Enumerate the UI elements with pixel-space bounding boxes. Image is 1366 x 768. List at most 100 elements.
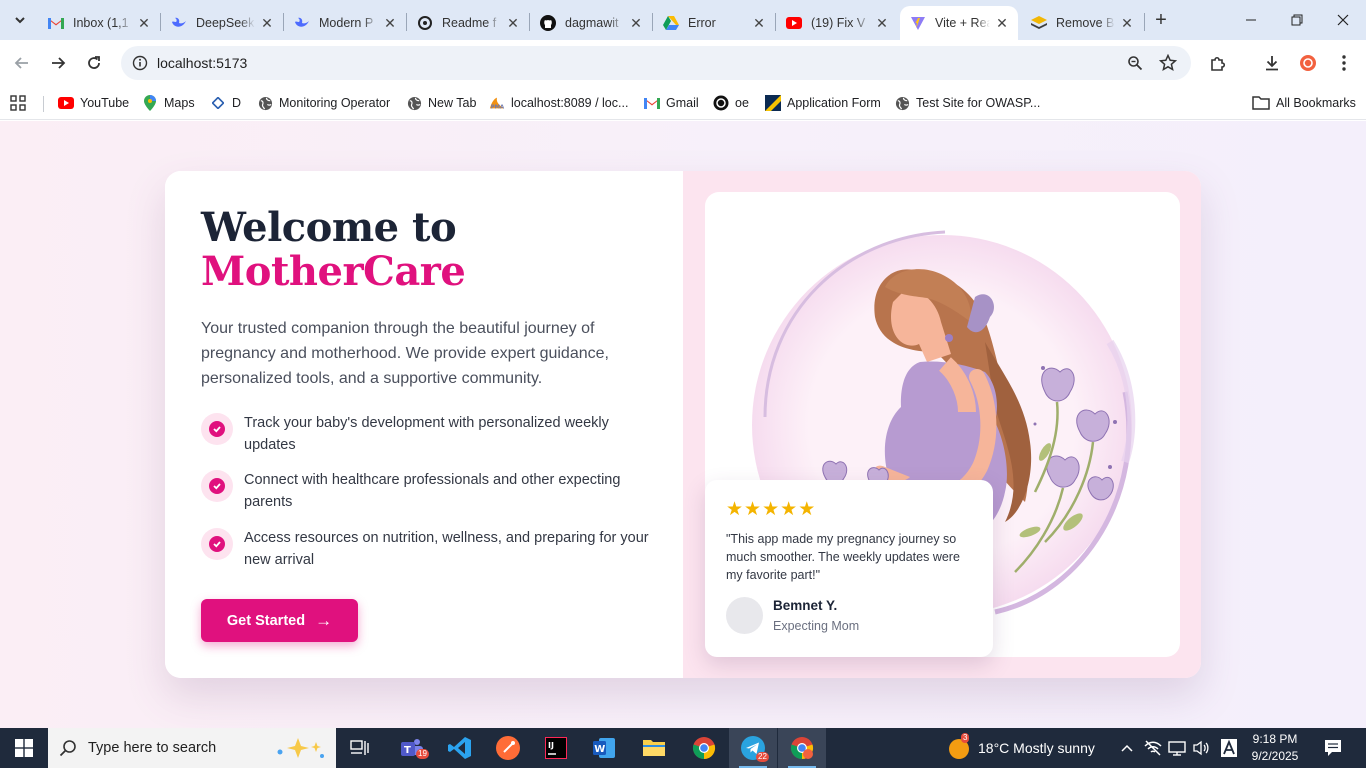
profile-avatar-icon: [1300, 55, 1316, 71]
bookmark-label: D: [232, 96, 242, 110]
check-circle-icon: [201, 470, 233, 502]
telegram-app[interactable]: 22: [729, 728, 777, 768]
tab-error[interactable]: Error ✕: [653, 6, 775, 40]
bookmark-monitoring-operator[interactable]: Monitoring Operator: [257, 91, 390, 115]
all-bookmarks-button[interactable]: All Bookmarks: [1252, 91, 1356, 115]
reload-button[interactable]: [80, 49, 108, 77]
bookmark-d[interactable]: D: [210, 91, 241, 115]
plus-icon: +: [1155, 8, 1167, 31]
bookmarks-separator: [43, 96, 44, 112]
tab-title: Remove B: [1056, 16, 1115, 30]
close-icon: [1337, 14, 1349, 26]
tab-title: dagmawit: [565, 16, 619, 30]
close-icon[interactable]: ✕: [136, 15, 152, 31]
minimize-button[interactable]: [1228, 0, 1274, 40]
tab-title: Vite + Rea: [935, 16, 990, 30]
file-explorer-app[interactable]: [630, 728, 678, 768]
form-icon: [765, 95, 781, 111]
diamond-icon: [210, 95, 226, 111]
bookmark-gmail[interactable]: Gmail: [644, 91, 699, 115]
close-icon[interactable]: ✕: [751, 15, 767, 31]
bookmark-youtube[interactable]: YouTube: [58, 91, 129, 115]
site-info-icon[interactable]: [129, 52, 151, 74]
bookmark-maps[interactable]: Maps: [142, 91, 195, 115]
bookmark-application-form[interactable]: Application Form: [765, 91, 881, 115]
bookmark-owasp[interactable]: Test Site for OWASP...: [894, 91, 1040, 115]
forward-button[interactable]: [44, 49, 72, 77]
close-window-button[interactable]: [1320, 0, 1366, 40]
check-circle-icon: [201, 528, 233, 560]
url-text[interactable]: localhost:5173: [157, 55, 247, 71]
extensions-button[interactable]: [1204, 49, 1232, 77]
postman-app[interactable]: [484, 728, 532, 768]
close-icon[interactable]: ✕: [628, 15, 644, 31]
volume-button[interactable]: [1192, 728, 1210, 768]
close-icon[interactable]: ✕: [1119, 15, 1135, 31]
tab-youtube[interactable]: (19) Fix V ✕: [776, 6, 898, 40]
telegram-badge: 22: [756, 752, 769, 762]
tab-github[interactable]: dagmawit ✕: [530, 6, 652, 40]
tab-title: DeepSeek: [196, 16, 255, 30]
close-icon[interactable]: ✕: [874, 15, 890, 31]
profile-avatar-button[interactable]: [1294, 49, 1322, 77]
system-clock[interactable]: 9:18 PM 9/2/2025: [1240, 731, 1310, 765]
intellij-app[interactable]: IJ: [532, 728, 580, 768]
taskbar-search-box[interactable]: Type here to search: [48, 728, 336, 768]
downloads-button[interactable]: [1258, 49, 1286, 77]
close-icon[interactable]: ✕: [382, 15, 398, 31]
browser-tab-strip: Inbox (1,1 ✕ DeepSeek ✕ Modern P ✕ Readm…: [0, 0, 1366, 40]
testimonial-author: Bemnet Y.: [773, 598, 838, 613]
new-tab-button[interactable]: +: [1149, 8, 1173, 32]
tab-deepseek[interactable]: DeepSeek ✕: [161, 6, 283, 40]
monitor-network-icon: [1168, 741, 1186, 756]
bookmark-star-icon[interactable]: [1158, 53, 1178, 73]
restore-button[interactable]: [1274, 0, 1320, 40]
network-icon-button[interactable]: [1168, 728, 1186, 768]
weather-widget[interactable]: 3 18°C Mostly sunny: [946, 728, 1095, 768]
tab-gmail[interactable]: Inbox (1,1 ✕: [38, 6, 160, 40]
task-view-button[interactable]: [336, 728, 384, 768]
feature-text: Connect with healthcare professionals an…: [244, 472, 621, 510]
page-background: Welcome to MotherCare Your trusted compa…: [0, 121, 1366, 728]
network-disconnected[interactable]: [1143, 728, 1163, 768]
gmail-icon: [644, 95, 660, 111]
teams-app[interactable]: T 19: [388, 728, 436, 768]
feature-text: Track your baby's development with perso…: [244, 415, 609, 453]
clock-time: 9:18 PM: [1252, 732, 1298, 746]
apps-grid-icon: [10, 95, 26, 111]
bookmark-label: YouTube: [80, 96, 130, 110]
tab-search-button[interactable]: [6, 6, 34, 34]
chrome-profile-app[interactable]: [778, 728, 826, 768]
bookmark-localhost-8089[interactable]: PMA localhost:8089 / loc...: [489, 91, 628, 115]
notifications-button[interactable]: [1324, 728, 1342, 768]
apps-button[interactable]: [10, 91, 32, 115]
tab-title: (19) Fix V: [811, 16, 866, 30]
address-bar[interactable]: localhost:5173: [121, 46, 1191, 80]
zoom-icon[interactable]: [1125, 53, 1145, 73]
bookmark-new-tab[interactable]: New Tab: [406, 91, 476, 115]
word-app[interactable]: W: [580, 728, 628, 768]
chrome-app[interactable]: [680, 728, 728, 768]
bookmark-oe[interactable]: oe: [713, 91, 749, 115]
close-icon[interactable]: ✕: [259, 15, 275, 31]
tab-vite-active[interactable]: Vite + Rea ✕: [900, 6, 1018, 40]
bookmark-label: Test Site for OWASP...: [916, 96, 1041, 110]
tab-modern[interactable]: Modern P ✕: [284, 6, 406, 40]
deepseek-icon: [294, 15, 310, 31]
menu-button[interactable]: [1330, 49, 1358, 77]
tab-remove-bg[interactable]: Remove B ✕: [1021, 6, 1143, 40]
back-button[interactable]: [8, 49, 36, 77]
input-language-button[interactable]: [1221, 728, 1237, 768]
get-started-button[interactable]: Get Started →: [201, 599, 358, 642]
close-icon[interactable]: ✕: [994, 15, 1010, 31]
start-button[interactable]: [0, 728, 48, 768]
windows-logo-icon: [15, 739, 33, 757]
close-icon[interactable]: ✕: [505, 15, 521, 31]
maps-icon: [142, 95, 158, 111]
wifi-off-icon: [1144, 740, 1162, 756]
vscode-icon: [448, 737, 471, 759]
vscode-app[interactable]: [436, 728, 484, 768]
testimonial-role: Expecting Mom: [773, 619, 860, 633]
show-hidden-icons[interactable]: [1120, 728, 1134, 768]
tab-readme[interactable]: Readme f ✕: [407, 6, 529, 40]
